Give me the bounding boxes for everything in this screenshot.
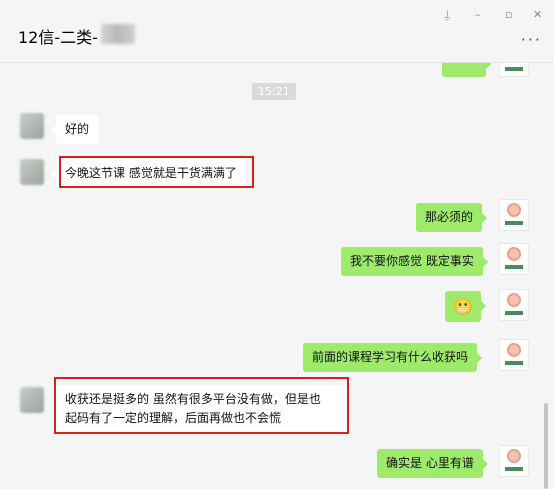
scrollbar[interactable] — [544, 403, 548, 489]
grimacing-face-icon: 😬 — [445, 291, 486, 322]
pin-icon[interactable]: ⍊ — [444, 8, 451, 22]
maximize-icon[interactable]: ▫ — [505, 8, 512, 21]
message-bubble: 那必须的 — [416, 203, 488, 232]
avatar — [499, 243, 529, 275]
title-bar: 12信-二类- ⍊ – ▫ ✕ ··· — [0, 0, 554, 63]
avatar — [20, 159, 44, 185]
chat-title: 12信-二类- — [18, 28, 98, 47]
avatar — [499, 63, 529, 77]
chat-area[interactable]: 15:21 好的 今晚这节课 感觉就是干货满满了 那必须的 我不要你感觉 既定事… — [0, 63, 554, 489]
minimize-icon[interactable]: – — [475, 8, 481, 21]
highlight-box — [59, 156, 254, 188]
avatar — [499, 339, 529, 371]
more-options-icon[interactable]: ··· — [521, 30, 542, 49]
message-bubble: 确实是 心里有谱 — [377, 449, 488, 478]
avatar — [499, 445, 529, 477]
partial-message-bubble — [442, 63, 491, 77]
timestamp: 15:21 — [252, 83, 296, 100]
highlight-box — [54, 377, 349, 434]
avatar — [499, 199, 529, 231]
close-icon[interactable]: ✕ — [533, 8, 542, 21]
message-bubble: 前面的课程学习有什么收获吗 — [303, 343, 483, 372]
avatar — [20, 387, 44, 413]
avatar — [20, 113, 44, 139]
blurred-name — [101, 24, 135, 44]
message-bubble: 好的 — [50, 115, 99, 144]
avatar — [499, 289, 529, 321]
message-bubble: 我不要你感觉 既定事实 — [341, 247, 488, 276]
